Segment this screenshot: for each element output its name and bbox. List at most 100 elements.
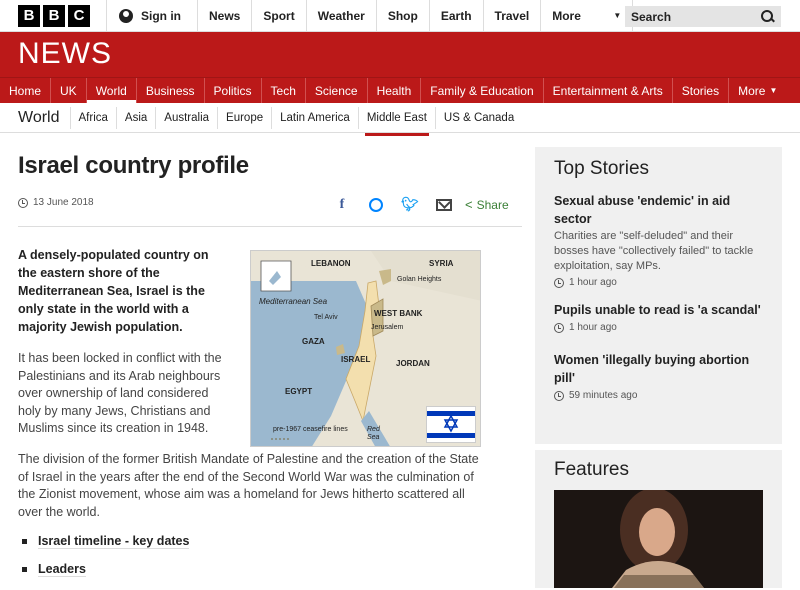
news-logo[interactable]: NEWS [18, 37, 112, 71]
map-label-jerusalem: Jerusalem [371, 324, 404, 331]
subnav-middle-east[interactable]: Middle East [359, 106, 436, 136]
article-intro: A densely-populated country on the easte… [18, 248, 209, 334]
subnav-latin-america[interactable]: Latin America [272, 106, 359, 129]
share-label: Share [476, 197, 509, 212]
search-icon[interactable] [761, 9, 775, 24]
nav-uk[interactable]: UK [51, 78, 87, 103]
story-headline[interactable]: Pupils unable to read is 'a scandal' [554, 301, 769, 319]
map-label-gaza: GAZA [302, 337, 325, 346]
link-timeline[interactable]: Israel timeline - key dates [38, 534, 190, 549]
map-label-jordan: JORDAN [396, 359, 430, 368]
bbc-logo[interactable]: B B C [18, 4, 90, 27]
topnav-travel[interactable]: Travel [484, 0, 542, 32]
clock-icon [554, 277, 564, 288]
story-time-label: 1 hour ago [569, 322, 617, 333]
star-of-david-icon [443, 414, 459, 433]
nav-health[interactable]: Health [368, 78, 422, 103]
israel-flag [426, 406, 476, 443]
nav-family-education[interactable]: Family & Education [421, 78, 544, 103]
topnav-more-label: More [552, 8, 581, 23]
story-time: 59 minutes ago [554, 390, 769, 401]
topnav-sport[interactable]: Sport [252, 0, 307, 32]
story-item[interactable]: Pupils unable to read is 'a scandal' 1 h… [554, 301, 769, 333]
topnav-news[interactable]: News [198, 0, 253, 32]
topnav-shop[interactable]: Shop [377, 0, 430, 32]
twitter-icon[interactable]: 🐦︎ [393, 196, 427, 213]
map-label-redsea: Red Sea [367, 426, 380, 441]
story-headline[interactable]: Sexual abuse 'endemic' in aid sector [554, 192, 769, 228]
list-item[interactable]: Leaders [22, 562, 189, 577]
nav-politics[interactable]: Politics [205, 78, 262, 103]
nav-world[interactable]: World [86, 78, 137, 103]
article-paragraph: It has been locked in conflict with the … [18, 351, 222, 435]
nav-stories[interactable]: Stories [673, 78, 730, 103]
related-links: Israel timeline - key dates Leaders [22, 534, 190, 590]
signin-button[interactable]: Sign in [106, 0, 198, 32]
section-title[interactable]: World [0, 106, 71, 129]
clock-icon [18, 197, 28, 208]
story-item[interactable]: Sexual abuse 'endemic' in aid sector Cha… [554, 192, 769, 288]
nav-more[interactable]: More ▼ [729, 78, 786, 103]
article-date: 13 June 2018 [18, 197, 94, 208]
share-icon: < [465, 197, 473, 212]
logo-letter: B [18, 4, 40, 27]
subnav-australia[interactable]: Australia [156, 106, 219, 129]
search-input[interactable] [631, 9, 741, 24]
topnav-earth[interactable]: Earth [430, 0, 484, 32]
map-label-israel: ISRAEL [341, 355, 371, 364]
date-label: 13 June 2018 [33, 197, 94, 208]
clock-icon [554, 322, 564, 333]
map-label-egypt: EGYPT [285, 387, 313, 396]
map-label-telaviv: Tel Aviv [314, 314, 338, 321]
share-bar: f 🐦︎ < Share [325, 196, 509, 213]
logo-letter: C [68, 4, 90, 27]
section-nav: World Africa Asia Australia Europe Latin… [0, 103, 800, 136]
subnav-us-canada[interactable]: US & Canada [436, 107, 522, 129]
features-panel: Features [535, 450, 782, 588]
story-item[interactable]: Women 'illegally buying abortion pill' 5… [554, 351, 769, 401]
subnav-europe[interactable]: Europe [218, 106, 273, 129]
top-stories-title: Top Stories [554, 158, 650, 179]
email-icon[interactable] [427, 198, 461, 211]
divider [18, 226, 522, 227]
map-legend: pre-1967 ceasefire lines [273, 426, 348, 433]
list-item[interactable]: Israel timeline - key dates [22, 534, 190, 549]
map-label-lebanon: LEBANON [311, 259, 351, 268]
subnav-asia[interactable]: Asia [117, 106, 157, 129]
story-time: 1 hour ago [554, 322, 769, 333]
story-time-label: 59 minutes ago [569, 390, 638, 401]
map-label-med: Mediterranean Sea [259, 297, 328, 306]
topnav-weather[interactable]: Weather [307, 0, 377, 32]
nav-science[interactable]: Science [306, 78, 368, 103]
clock-icon [554, 390, 564, 401]
nav-entertainment-arts[interactable]: Entertainment & Arts [544, 78, 673, 103]
bullet-icon [22, 539, 27, 544]
page-title: Israel country profile [18, 152, 249, 179]
top-stories-panel: Top Stories Sexual abuse 'endemic' in ai… [535, 147, 782, 444]
logo-letter: B [43, 4, 65, 27]
main-nav: Home UK World Business Politics Tech Sci… [0, 77, 800, 103]
story-summary: Charities are "self-deluded" and their b… [554, 230, 754, 272]
user-icon [119, 8, 133, 23]
topnav-more[interactable]: More ▼ [541, 0, 634, 32]
map-label-golan: Golan Heights [397, 276, 442, 283]
nav-home[interactable]: Home [0, 78, 52, 103]
subnav-africa[interactable]: Africa [71, 106, 117, 129]
search-box[interactable] [625, 6, 781, 27]
signin-label: Sign in [141, 8, 181, 23]
features-title: Features [554, 459, 629, 480]
nav-business[interactable]: Business [137, 78, 205, 103]
bullet-icon [22, 567, 27, 572]
link-leaders[interactable]: Leaders [38, 562, 86, 577]
messenger-icon[interactable] [359, 197, 393, 212]
facebook-icon[interactable]: f [325, 197, 359, 213]
nav-tech[interactable]: Tech [262, 78, 306, 103]
story-time: 1 hour ago [554, 277, 769, 288]
share-button[interactable]: < Share [465, 197, 509, 212]
article-paragraph: The division of the former British Manda… [18, 452, 479, 519]
chevron-down-icon: ▼ [769, 86, 778, 95]
story-headline[interactable]: Women 'illegally buying abortion pill' [554, 351, 769, 387]
feature-image[interactable] [554, 490, 763, 588]
top-nav: News Sport Weather Shop Earth Travel Mor… [198, 0, 634, 32]
story-time-label: 1 hour ago [569, 277, 617, 288]
